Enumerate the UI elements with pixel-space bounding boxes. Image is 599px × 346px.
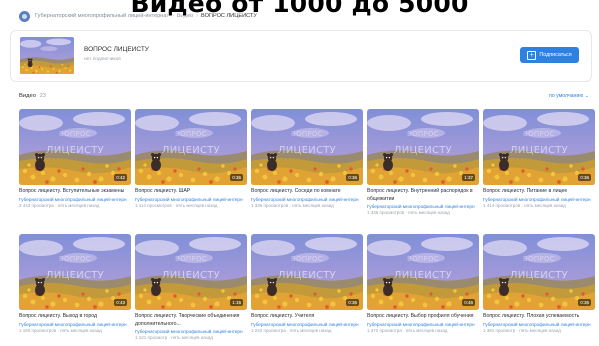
video-channel-link[interactable]: Губернаторский многопрофильный лицей-инт… <box>251 322 363 327</box>
thumbnail-watermark: ВОПРОС <box>291 130 323 138</box>
video-channel-link[interactable]: Губернаторский многопрофильный лицей-инт… <box>19 197 131 202</box>
video-duration: 1:15 <box>230 299 243 306</box>
video-meta: 1 121 просмотр · пять месяцев назад <box>135 335 213 341</box>
video-card[interactable]: ВОПРОС ЛИЦЕИСТУ 0:46 Вопрос лицеисту. Выбор… <box>367 234 479 333</box>
album-cover[interactable] <box>20 37 74 74</box>
thumbnail-watermark: ЛИЦЕИСТУ <box>45 145 105 156</box>
video-channel-link[interactable]: Губернаторский многопрофильный лицей-инт… <box>367 322 479 327</box>
video-meta: 1 414 просмотров · пять месяцев назад <box>483 202 566 208</box>
video-title[interactable]: Вопрос лицеисту. Плохая успеваемость <box>483 313 595 321</box>
video-meta: 1 160 просмотров · пять месяцев назад <box>19 327 102 333</box>
section-title-label: Видео <box>19 93 36 99</box>
thumbnail-watermark: ЛИЦЕИСТУ <box>161 145 221 156</box>
video-meta: 1 336 просмотров · пять месяцев назад <box>251 202 334 208</box>
videos-section-title: Видео 23 <box>19 93 46 99</box>
video-card[interactable]: ВОПРОС ЛИЦЕИСТУ 1:15 Вопрос лицеисту. Творч… <box>135 234 247 340</box>
video-duration: 0:36 <box>578 174 591 181</box>
video-duration: 0:42 <box>114 174 127 181</box>
video-card[interactable]: ВОПРОС ЛИЦЕИСТУ 1:37 Вопрос лицеисту. Внутр… <box>367 109 479 215</box>
video-title[interactable]: Вопрос лицеисту. Вступительные экзамены <box>19 188 131 196</box>
video-duration: 0:36 <box>230 174 243 181</box>
video-card[interactable]: ВОПРОС ЛИЦЕИСТУ 0:43 Вопрос лицеисту. Выход… <box>19 234 131 333</box>
thumbnail-watermark: ЛИЦЕИСТУ <box>393 145 453 156</box>
video-title[interactable]: Вопрос лицеисту. ШАР <box>135 188 247 196</box>
thumbnail-watermark: ЛИЦЕИСТУ <box>393 270 453 281</box>
video-thumbnail[interactable]: ВОПРОС ЛИЦЕИСТУ 0:36 <box>483 109 595 185</box>
video-channel-link[interactable]: Губернаторский многопрофильный лицей-инт… <box>19 322 131 327</box>
video-meta: 1 336 просмотров · пять месяцев назад <box>367 210 450 216</box>
video-meta: 1 114 просмотров · пять месяцев назад <box>135 202 218 208</box>
video-thumbnail[interactable]: ВОПРОС ЛИЦЕИСТУ 0:42 <box>19 109 131 185</box>
thumbnail-watermark: ЛИЦЕИСТУ <box>161 270 221 281</box>
video-title[interactable]: Вопрос лицеисту. Внутренний распорядок в… <box>367 188 479 203</box>
video-channel-link[interactable]: Губернаторский многопрофильный лицей-инт… <box>367 204 479 209</box>
video-duration: 0:36 <box>578 299 591 306</box>
video-thumbnail[interactable]: ВОПРОС ЛИЦЕИСТУ 0:46 <box>367 234 479 310</box>
thumbnail-watermark: ВОПРОС <box>175 130 207 138</box>
album-subscriber-count: нет подписчиков <box>84 57 121 62</box>
thumbnail-watermark: ЛИЦЕИСТУ <box>45 270 105 281</box>
video-duration: 0:36 <box>346 299 359 306</box>
video-duration: 0:46 <box>462 299 475 306</box>
album-title: ВОПРОС ЛИЦЕИСТУ <box>84 46 149 53</box>
video-channel-link[interactable]: Губернаторский многопрофильный лицей-инт… <box>135 197 247 202</box>
video-card[interactable]: ВОПРОС ЛИЦЕИСТУ 0:42 Вопрос лицеисту. Вступ… <box>19 109 131 208</box>
subscribe-button[interactable]: + Подписаться <box>520 47 579 63</box>
thumbnail-watermark: ЛИЦЕИСТУ <box>509 145 569 156</box>
subscribe-label: Подписаться <box>539 52 572 58</box>
video-title[interactable]: Вопрос лицеисту. Выход в город <box>19 313 131 321</box>
overlay-title: Видео от 1000 до 5000 <box>130 0 469 18</box>
video-meta: 1 372 просмотра · пять месяцев назад <box>367 327 448 333</box>
album-header: ВОПРОС ЛИЦЕИСТУ нет подписчиков + Подпис… <box>10 30 592 82</box>
video-thumbnail[interactable]: ВОПРОС ЛИЦЕИСТУ 1:37 <box>367 109 479 185</box>
thumbnail-watermark: ВОПРОС <box>59 130 91 138</box>
video-duration: 0:36 <box>346 174 359 181</box>
video-meta: 1 222 просмотра · пять месяцев назад <box>251 327 332 333</box>
thumbnail-watermark: ВОПРОС <box>407 130 439 138</box>
video-thumbnail[interactable]: ВОПРОС ЛИЦЕИСТУ 0:36 <box>135 109 247 185</box>
video-title[interactable]: Вопрос лицеисту. Соседи по комнате <box>251 188 363 196</box>
sort-dropdown[interactable]: по умолчанию ⌄ <box>549 93 589 99</box>
plus-icon: + <box>527 50 537 60</box>
video-thumbnail[interactable]: ВОПРОС ЛИЦЕИСТУ 0:36 <box>251 109 363 185</box>
thumbnail-watermark: ВОПРОС <box>175 255 207 263</box>
thumbnail-watermark: ЛИЦЕИСТУ <box>277 145 337 156</box>
video-channel-link[interactable]: Губернаторский многопрофильный лицей-инт… <box>251 197 363 202</box>
video-card[interactable]: ВОПРОС ЛИЦЕИСТУ 0:36 Вопрос лицеисту. ШАР Гу… <box>135 109 247 208</box>
thumbnail-watermark: ЛИЦЕИСТУ <box>509 270 569 281</box>
video-card[interactable]: ВОПРОС ЛИЦЕИСТУ 0:36 Вопрос лицеисту. Питан… <box>483 109 595 208</box>
video-thumbnail[interactable]: ВОПРОС ЛИЦЕИСТУ 0:43 <box>19 234 131 310</box>
video-thumbnail[interactable]: ВОПРОС ЛИЦЕИСТУ 0:36 <box>483 234 595 310</box>
thumbnail-watermark: ЛИЦЕИСТУ <box>277 270 337 281</box>
thumbnail-watermark: ВОПРОС <box>407 255 439 263</box>
video-card[interactable]: ВОПРОС ЛИЦЕИСТУ 0:36 Вопрос лицеисту. Сосед… <box>251 109 363 208</box>
thumbnail-watermark: ВОПРОС <box>523 255 555 263</box>
video-duration: 1:37 <box>462 174 475 181</box>
video-card[interactable]: ВОПРОС ЛИЦЕИСТУ 0:36 Вопрос лицеисту. Плоха… <box>483 234 595 333</box>
video-title[interactable]: Вопрос лицеисту. Выбор профиля обучения <box>367 313 479 321</box>
video-channel-link[interactable]: Губернаторский многопрофильный лицей-инт… <box>483 197 595 202</box>
video-title[interactable]: Вопрос лицеисту. Учителя <box>251 313 363 321</box>
video-title[interactable]: Вопрос лицеисту. Творческие объединения … <box>135 313 247 328</box>
video-channel-link[interactable]: Губернаторский многопрофильный лицей-инт… <box>135 329 247 334</box>
video-channel-link[interactable]: Губернаторский многопрофильный лицей-инт… <box>483 322 595 327</box>
video-card[interactable]: ВОПРОС ЛИЦЕИСТУ 0:36 Вопрос лицеисту. Учите… <box>251 234 363 333</box>
video-count: 23 <box>39 93 47 99</box>
video-duration: 0:43 <box>114 299 127 306</box>
video-thumbnail[interactable]: ВОПРОС ЛИЦЕИСТУ 1:15 <box>135 234 247 310</box>
video-meta: 3 443 просмотра · пять месяцев назад <box>19 202 100 208</box>
video-thumbnail[interactable]: ВОПРОС ЛИЦЕИСТУ 0:36 <box>251 234 363 310</box>
video-title[interactable]: Вопрос лицеисту. Питание в лицее <box>483 188 595 196</box>
thumbnail-watermark: ВОПРОС <box>523 130 555 138</box>
thumbnail-watermark: ВОПРОС <box>291 255 323 263</box>
video-meta: 1 381 просмотр · пять месяцев назад <box>483 327 561 333</box>
thumbnail-watermark: ВОПРОС <box>59 255 91 263</box>
